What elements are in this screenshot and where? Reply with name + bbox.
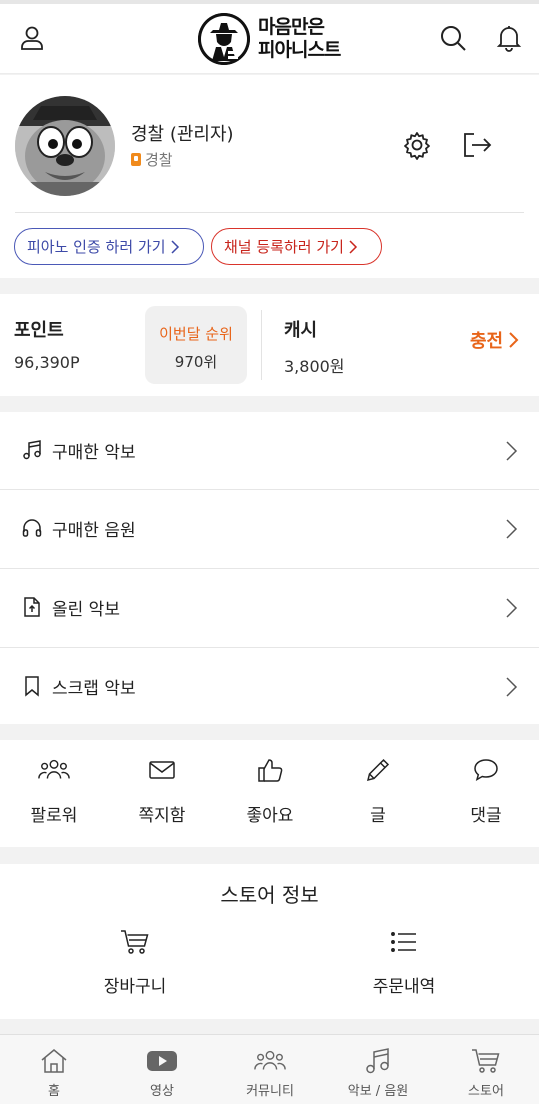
home-icon bbox=[38, 1045, 70, 1077]
channel-register-label: 채널 등록하러 가기 bbox=[224, 238, 344, 256]
likes-button[interactable]: 좋아요 bbox=[216, 754, 324, 834]
community-icon bbox=[254, 1045, 286, 1077]
app-header: 마음만은 피아니스트 bbox=[0, 4, 539, 74]
logo-text: 마음만은 피아니스트 bbox=[258, 16, 341, 61]
monthly-rank-card[interactable]: 이번달 순위 970위 bbox=[145, 306, 247, 384]
store-item-label: 장바구니 bbox=[103, 977, 167, 997]
cart-icon bbox=[470, 1045, 502, 1077]
posts-button[interactable]: 글 bbox=[324, 754, 432, 834]
app-logo[interactable]: 마음만은 피아니스트 bbox=[198, 13, 341, 65]
activity-label: 글 bbox=[370, 806, 386, 826]
thumbs-up-icon bbox=[254, 754, 286, 786]
chevron-right-icon bbox=[170, 239, 179, 254]
avatar[interactable] bbox=[15, 96, 115, 196]
cart-icon bbox=[119, 926, 151, 958]
store-title: 스토어 정보 bbox=[220, 883, 319, 907]
gear-icon[interactable] bbox=[400, 128, 434, 162]
nav-store[interactable]: 스토어 bbox=[432, 1043, 539, 1099]
menu-item-label: 구매한 악보 bbox=[52, 443, 136, 463]
piano-verify-button[interactable]: 피아노 인증 하러 가기 bbox=[14, 228, 204, 265]
messages-button[interactable]: 쪽지함 bbox=[108, 754, 216, 834]
followers-icon bbox=[38, 754, 70, 786]
activity-label: 쪽지함 bbox=[138, 806, 186, 826]
comments-button[interactable]: 댓글 bbox=[432, 754, 539, 834]
mail-icon bbox=[146, 754, 178, 786]
library-menu: 구매한 악보 구매한 음원 올린 악보 스크랩 악보 bbox=[0, 412, 539, 724]
cash-value: 3,800원 bbox=[284, 357, 345, 376]
logo-line-1: 마음만은 bbox=[258, 16, 325, 38]
charge-button[interactable]: 충전 bbox=[470, 327, 519, 353]
profile-name: 경찰 (관리자) bbox=[131, 124, 234, 145]
nav-label: 커뮤니티 bbox=[246, 1084, 294, 1099]
chevron-right-icon bbox=[506, 598, 518, 618]
points-section: 포인트 96,390P 이번달 순위 970위 캐시 3,800원 충전 bbox=[0, 294, 539, 396]
bookmark-icon bbox=[20, 673, 44, 699]
profile-role-text: 경찰 bbox=[145, 151, 173, 169]
followers-button[interactable]: 팔로워 bbox=[0, 754, 108, 834]
menu-item-label: 스크랩 악보 bbox=[52, 679, 136, 699]
menu-item-uploaded-sheets[interactable]: 올린 악보 bbox=[0, 569, 539, 647]
menu-item-purchased-sheets[interactable]: 구매한 악보 bbox=[0, 412, 539, 490]
rank-label: 이번달 순위 bbox=[159, 325, 233, 343]
chevron-right-icon bbox=[506, 441, 518, 461]
nav-sheets-audio[interactable]: 악보 / 음원 bbox=[324, 1043, 432, 1099]
activity-section: 팔로워 쪽지함 좋아요 글 댓글 bbox=[0, 740, 539, 847]
nav-label: 영상 bbox=[150, 1084, 174, 1099]
menu-item-scrap-sheets[interactable]: 스크랩 악보 bbox=[0, 648, 539, 726]
piano-verify-label: 피아노 인증 하러 가기 bbox=[27, 238, 166, 256]
cart-button[interactable]: 장바구니 bbox=[35, 926, 235, 1006]
nav-home[interactable]: 홈 bbox=[0, 1043, 108, 1099]
comment-icon bbox=[470, 754, 502, 786]
profile-role: 경찰 bbox=[131, 149, 173, 170]
badge-icon bbox=[131, 153, 141, 166]
profile-section: 경찰 (관리자) 경찰 피아노 인증 하러 가기 채널 등록하러 가기 bbox=[0, 75, 539, 278]
list-icon bbox=[388, 926, 420, 958]
music-note-icon bbox=[20, 437, 44, 463]
activity-label: 좋아요 bbox=[246, 806, 294, 826]
chevron-right-icon bbox=[349, 239, 357, 254]
upload-file-icon bbox=[20, 594, 44, 620]
pencil-icon bbox=[362, 754, 394, 786]
headphones-icon bbox=[20, 515, 44, 541]
activity-label: 댓글 bbox=[470, 806, 502, 826]
bell-icon[interactable] bbox=[493, 22, 525, 54]
logout-icon[interactable] bbox=[460, 128, 494, 162]
nav-label: 스토어 bbox=[468, 1084, 504, 1099]
nav-video[interactable]: 영상 bbox=[108, 1043, 216, 1099]
user-icon[interactable] bbox=[16, 22, 48, 54]
menu-item-label: 구매한 음원 bbox=[52, 521, 136, 541]
chevron-right-icon bbox=[506, 677, 518, 697]
music-note-icon bbox=[362, 1045, 394, 1077]
point-value: 96,390P bbox=[14, 353, 80, 372]
activity-label: 팔로워 bbox=[30, 806, 78, 826]
pianist-logo-icon bbox=[198, 13, 250, 65]
menu-item-purchased-audio[interactable]: 구매한 음원 bbox=[0, 490, 539, 568]
menu-item-label: 올린 악보 bbox=[52, 600, 120, 620]
nav-community[interactable]: 커뮤니티 bbox=[216, 1043, 324, 1099]
point-label: 포인트 bbox=[14, 320, 64, 341]
nav-label: 홈 bbox=[48, 1084, 60, 1099]
video-icon bbox=[146, 1045, 178, 1077]
chevron-right-icon bbox=[509, 332, 519, 348]
search-icon[interactable] bbox=[437, 22, 469, 54]
rank-value: 970위 bbox=[174, 353, 218, 371]
store-item-label: 주문내역 bbox=[372, 977, 436, 997]
store-section: 스토어 정보 장바구니 주문내역 bbox=[0, 864, 539, 1019]
divider bbox=[261, 310, 262, 380]
channel-register-button[interactable]: 채널 등록하러 가기 bbox=[211, 228, 382, 265]
chevron-right-icon bbox=[506, 519, 518, 539]
bottom-nav: 홈 영상 커뮤니티 악보 / 음원 스토어 bbox=[0, 1034, 539, 1104]
logo-line-2: 피아니스트 bbox=[258, 39, 341, 61]
nav-label: 악보 / 음원 bbox=[347, 1084, 409, 1099]
cash-label: 캐시 bbox=[284, 320, 318, 341]
orders-button[interactable]: 주문내역 bbox=[304, 926, 504, 1006]
charge-label: 충전 bbox=[470, 331, 504, 352]
divider bbox=[15, 212, 524, 213]
